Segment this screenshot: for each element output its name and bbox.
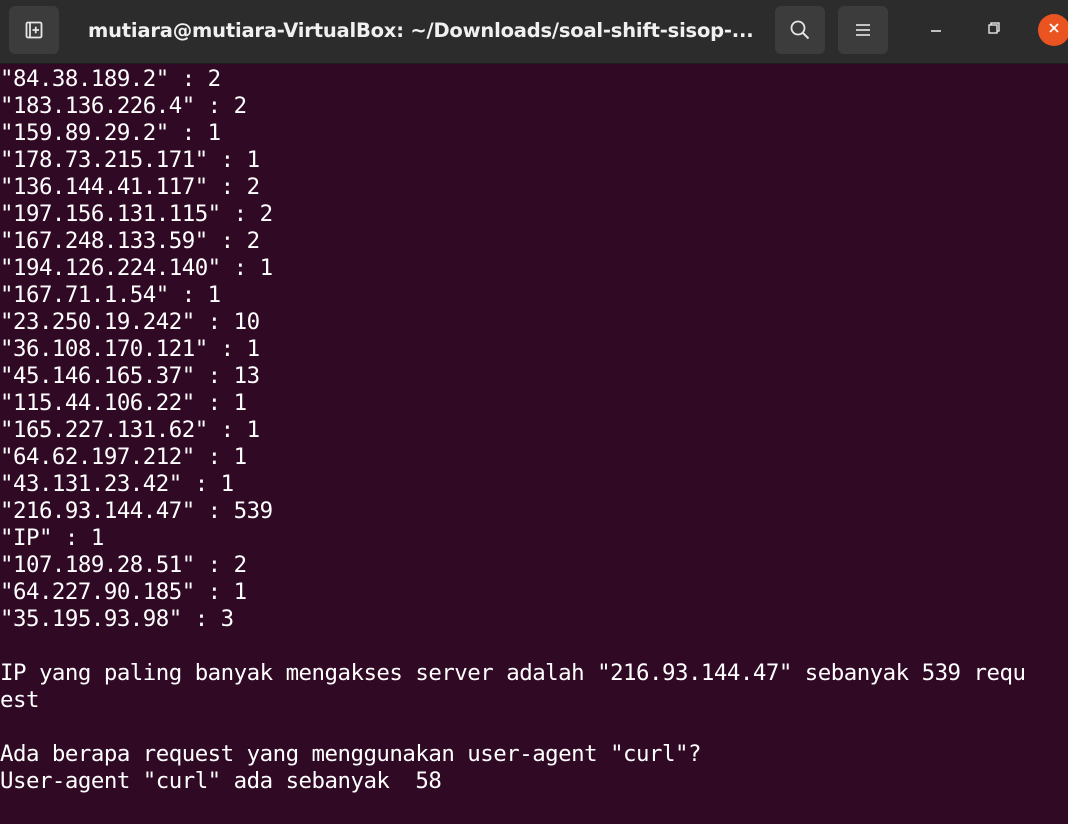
terminal-line: "183.136.226.4" : 2 (0, 93, 247, 119)
terminal-line: "43.131.23.42" : 1 (0, 471, 234, 497)
terminal-line: User-agent "curl" ada sebanyak 58 (0, 768, 442, 794)
terminal-line: "115.44.106.22" : 1 (0, 390, 247, 416)
terminal-line: IP yang paling banyak mengakses server a… (0, 660, 1026, 686)
terminal-line: "84.38.189.2" : 2 (0, 66, 221, 92)
terminal-line: "64.62.197.212" : 1 (0, 444, 247, 470)
terminal-line: "45.146.165.37" : 13 (0, 363, 260, 389)
terminal-line: "36.108.170.121" : 1 (0, 336, 260, 362)
search-button[interactable] (775, 6, 825, 54)
hamburger-menu-icon (854, 22, 872, 38)
terminal-line: "194.126.224.140" : 1 (0, 255, 273, 281)
title-bar: mutiara@mutiara-VirtualBox: ~/Downloads/… (0, 0, 1068, 64)
search-icon (789, 19, 811, 41)
new-tab-icon (24, 20, 44, 40)
window-title: mutiara@mutiara-VirtualBox: ~/Downloads/… (88, 19, 754, 42)
menu-button[interactable] (838, 6, 888, 54)
close-button[interactable] (1038, 14, 1068, 46)
terminal-line: est (0, 687, 39, 713)
terminal-line: "35.195.93.98" : 3 (0, 606, 234, 632)
terminal-line: Ada berapa request yang menggunakan user… (0, 741, 701, 767)
terminal-line: "107.189.28.51" : 2 (0, 552, 247, 578)
minimize-icon (929, 21, 943, 40)
minimize-button[interactable] (920, 14, 952, 46)
terminal-line: "167.71.1.54" : 1 (0, 282, 221, 308)
terminal-line: "64.227.90.185" : 1 (0, 579, 247, 605)
terminal-line: "197.156.131.115" : 2 (0, 201, 273, 227)
terminal-output[interactable]: "84.38.189.2" : 2 "183.136.226.4" : 2 "159… (0, 66, 1068, 824)
terminal-line: "216.93.144.47" : 539 (0, 498, 273, 524)
terminal-line: "159.89.29.2" : 1 (0, 120, 221, 146)
terminal-line: "23.250.19.242" : 10 (0, 309, 260, 335)
terminal-line: "IP" : 1 (0, 525, 104, 551)
restore-icon (987, 21, 1001, 40)
terminal-line: "165.227.131.62" : 1 (0, 417, 260, 443)
new-tab-button[interactable] (9, 6, 59, 54)
terminal-line: "136.144.41.117" : 2 (0, 174, 260, 200)
terminal-window: mutiara@mutiara-VirtualBox: ~/Downloads/… (0, 0, 1068, 824)
maximize-button[interactable] (978, 14, 1010, 46)
close-icon (1047, 21, 1061, 40)
terminal-line: "167.248.133.59" : 2 (0, 228, 260, 254)
terminal-line: "178.73.215.171" : 1 (0, 147, 260, 173)
